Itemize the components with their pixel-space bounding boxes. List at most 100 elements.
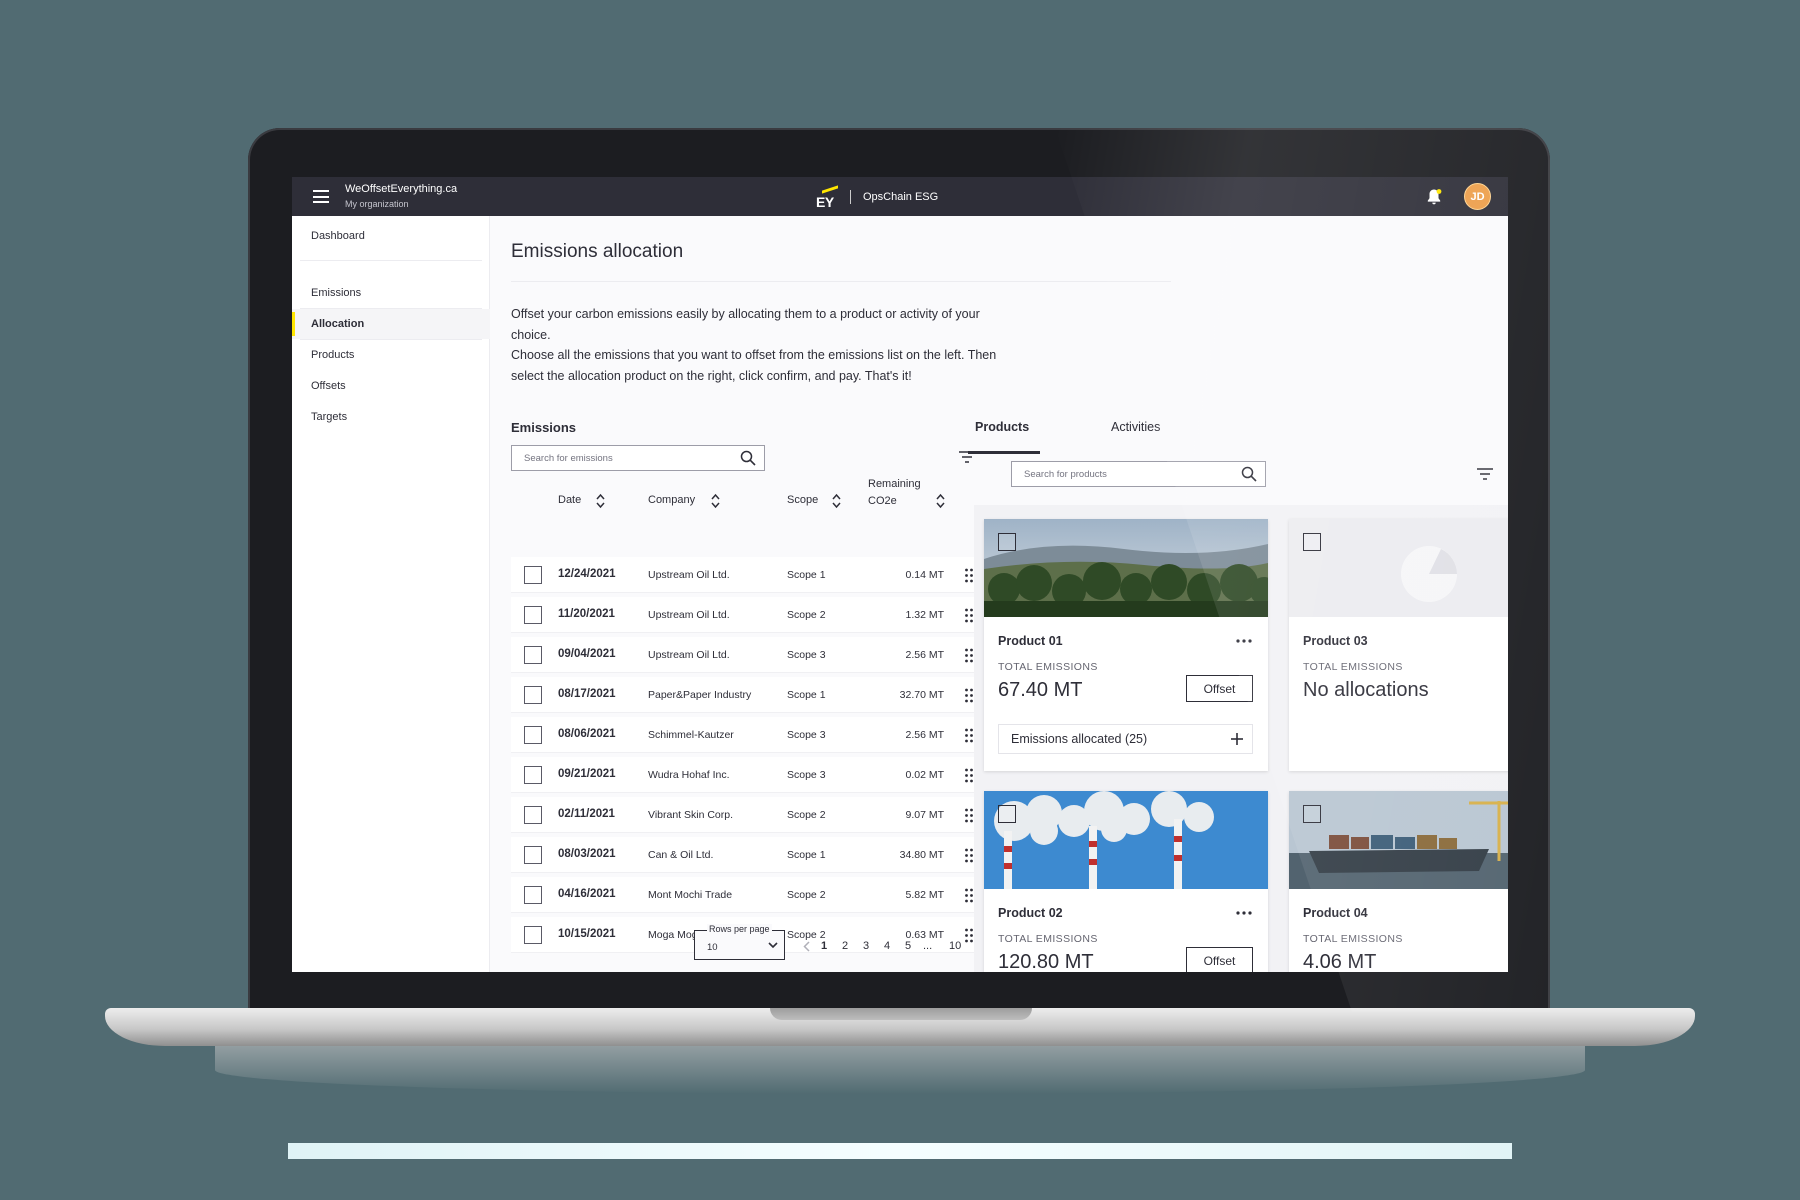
- row-date: 09/21/2021: [558, 768, 616, 780]
- product-card-03[interactable]: Product 03 TOTAL EMISSIONS No allocation…: [1289, 519, 1508, 771]
- row-remaining: 1.32 MT: [905, 609, 944, 621]
- row-date: 04/16/2021: [558, 888, 616, 900]
- product-01-checkbox[interactable]: [998, 533, 1016, 551]
- sort-company-icon[interactable]: [711, 493, 720, 509]
- product-01-allocated-row[interactable]: Emissions allocated (25): [998, 724, 1253, 754]
- row-company: Upstream Oil Ltd.: [648, 569, 730, 581]
- row-scope: Scope 1: [787, 569, 826, 581]
- drag-handle-icon[interactable]: [964, 608, 974, 623]
- search-icon[interactable]: [740, 450, 756, 466]
- sort-remaining-icon[interactable]: [936, 493, 945, 509]
- drag-handle-icon[interactable]: [964, 648, 974, 663]
- products-search-placeholder: Search for products: [1024, 468, 1107, 480]
- table-row[interactable]: 12/24/2021 Upstream Oil Ltd. Scope 1 0.14 M…: [511, 557, 988, 593]
- drag-handle-icon[interactable]: [964, 728, 974, 743]
- sort-scope-icon[interactable]: [832, 493, 841, 509]
- emissions-search-input[interactable]: Search for emissions: [511, 445, 765, 471]
- products-search-input[interactable]: Search for products: [1011, 461, 1266, 487]
- product-card-02[interactable]: Product 02 TOTAL EMISSIONS 120.80 MT Off…: [984, 791, 1268, 972]
- search-icon[interactable]: [1241, 466, 1257, 482]
- cargo-ship-image: [1289, 791, 1508, 889]
- sidebar-item-products[interactable]: Products: [292, 340, 490, 370]
- column-header-date[interactable]: Date: [558, 494, 581, 506]
- row-checkbox[interactable]: [524, 646, 542, 664]
- drag-handle-icon[interactable]: [964, 888, 974, 903]
- product-03-name: Product 03: [1303, 634, 1368, 648]
- row-checkbox[interactable]: [524, 766, 542, 784]
- drag-handle-icon[interactable]: [964, 568, 974, 583]
- product-02-offset-button[interactable]: Offset: [1186, 947, 1253, 972]
- more-options-icon[interactable]: [1236, 639, 1252, 643]
- table-row[interactable]: 08/17/2021 Paper&Paper Industry Scope 1 32.…: [511, 677, 988, 713]
- table-row[interactable]: 04/16/2021 Mont Mochi Trade Scope 2 5.82 MT: [511, 877, 988, 913]
- sidebar-item-targets[interactable]: Targets: [292, 402, 490, 432]
- row-checkbox[interactable]: [524, 806, 542, 824]
- column-header-remaining[interactable]: Remaining CO2e: [868, 476, 921, 510]
- drag-handle-icon[interactable]: [964, 848, 974, 863]
- page-4[interactable]: 4: [884, 940, 890, 952]
- drag-handle-icon[interactable]: [964, 688, 974, 703]
- sidebar-item-dashboard[interactable]: Dashboard: [292, 221, 490, 251]
- drag-handle-icon[interactable]: [964, 808, 974, 823]
- table-row[interactable]: 09/21/2021 Wudra Hohaf Inc. Scope 3 0.02 MT: [511, 757, 988, 793]
- column-header-company[interactable]: Company: [648, 494, 695, 506]
- sidebar-item-allocation[interactable]: Allocation: [292, 309, 490, 339]
- row-checkbox[interactable]: [524, 726, 542, 744]
- row-date: 08/17/2021: [558, 688, 616, 700]
- top-bar: WeOffsetEverything.ca My organization EY…: [292, 177, 1508, 216]
- products-filter-icon[interactable]: [1477, 468, 1493, 480]
- tab-products[interactable]: Products: [975, 420, 1029, 434]
- intro-text: Offset your carbon emissions easily by a…: [511, 304, 1001, 386]
- organization-name[interactable]: WeOffsetEverything.ca: [345, 183, 457, 195]
- more-options-icon[interactable]: [1236, 911, 1252, 915]
- row-date: 10/15/2021: [558, 928, 616, 940]
- sidebar-item-emissions[interactable]: Emissions: [292, 278, 490, 308]
- row-remaining: 2.56 MT: [905, 729, 944, 741]
- product-01-emissions-label: TOTAL EMISSIONS: [998, 661, 1098, 673]
- rows-per-page-select[interactable]: Rows per page 10: [694, 924, 785, 960]
- tab-activities[interactable]: Activities: [1111, 420, 1160, 434]
- sidebar-item-offsets[interactable]: Offsets: [292, 371, 490, 401]
- row-checkbox[interactable]: [524, 686, 542, 704]
- product-02-emissions-label: TOTAL EMISSIONS: [998, 933, 1098, 945]
- product-02-checkbox[interactable]: [998, 805, 1016, 823]
- table-row[interactable]: 09/04/2021 Upstream Oil Ltd. Scope 3 2.56 M…: [511, 637, 988, 673]
- drag-handle-icon[interactable]: [964, 768, 974, 783]
- product-03-emissions-label: TOTAL EMISSIONS: [1303, 661, 1403, 673]
- row-remaining: 34.80 MT: [899, 849, 944, 861]
- product-03-checkbox[interactable]: [1303, 533, 1321, 551]
- user-avatar[interactable]: JD: [1464, 183, 1491, 210]
- sort-date-icon[interactable]: [596, 493, 605, 509]
- table-row[interactable]: 08/03/2021 Can & Oil Ltd. Scope 1 34.80 MT: [511, 837, 988, 873]
- drag-handle-icon[interactable]: [964, 928, 974, 943]
- row-checkbox[interactable]: [524, 926, 542, 944]
- table-row[interactable]: 08/06/2021 Schimmel-Kautzer Scope 3 2.56 MT: [511, 717, 988, 753]
- table-row[interactable]: 11/20/2021 Upstream Oil Ltd. Scope 2 1.32 M…: [511, 597, 988, 633]
- row-date: 08/06/2021: [558, 728, 616, 740]
- page-1[interactable]: 1: [821, 940, 827, 952]
- product-card-01[interactable]: Product 01 TOTAL EMISSIONS 67.40 MT Offs…: [984, 519, 1268, 771]
- product-01-emissions-value: 67.40 MT: [998, 679, 1083, 701]
- page-10[interactable]: 10: [949, 940, 961, 952]
- table-row[interactable]: 02/11/2021 Vibrant Skin Corp. Scope 2 9.07 …: [511, 797, 988, 833]
- product-card-04[interactable]: Product 04 TOTAL EMISSIONS 4.06 MT: [1289, 791, 1508, 972]
- hamburger-menu-icon[interactable]: [313, 190, 329, 203]
- row-checkbox[interactable]: [524, 566, 542, 584]
- row-remaining: 0.14 MT: [905, 569, 944, 581]
- notification-bell-icon[interactable]: [1426, 188, 1442, 206]
- product-04-checkbox[interactable]: [1303, 805, 1321, 823]
- plus-icon[interactable]: [1230, 732, 1244, 746]
- product-01-offset-button[interactable]: Offset: [1186, 675, 1253, 702]
- row-scope: Scope 3: [787, 769, 826, 781]
- row-checkbox[interactable]: [524, 886, 542, 904]
- row-scope: Scope 3: [787, 729, 826, 741]
- ey-logo: EY: [816, 185, 838, 210]
- page-2[interactable]: 2: [842, 940, 848, 952]
- row-checkbox[interactable]: [524, 606, 542, 624]
- row-checkbox[interactable]: [524, 846, 542, 864]
- prev-page-icon[interactable]: [803, 941, 810, 952]
- column-header-scope[interactable]: Scope: [787, 494, 818, 506]
- allocated-label: Emissions allocated (25): [1011, 732, 1148, 746]
- page-3[interactable]: 3: [863, 940, 869, 952]
- page-5[interactable]: 5: [905, 940, 911, 952]
